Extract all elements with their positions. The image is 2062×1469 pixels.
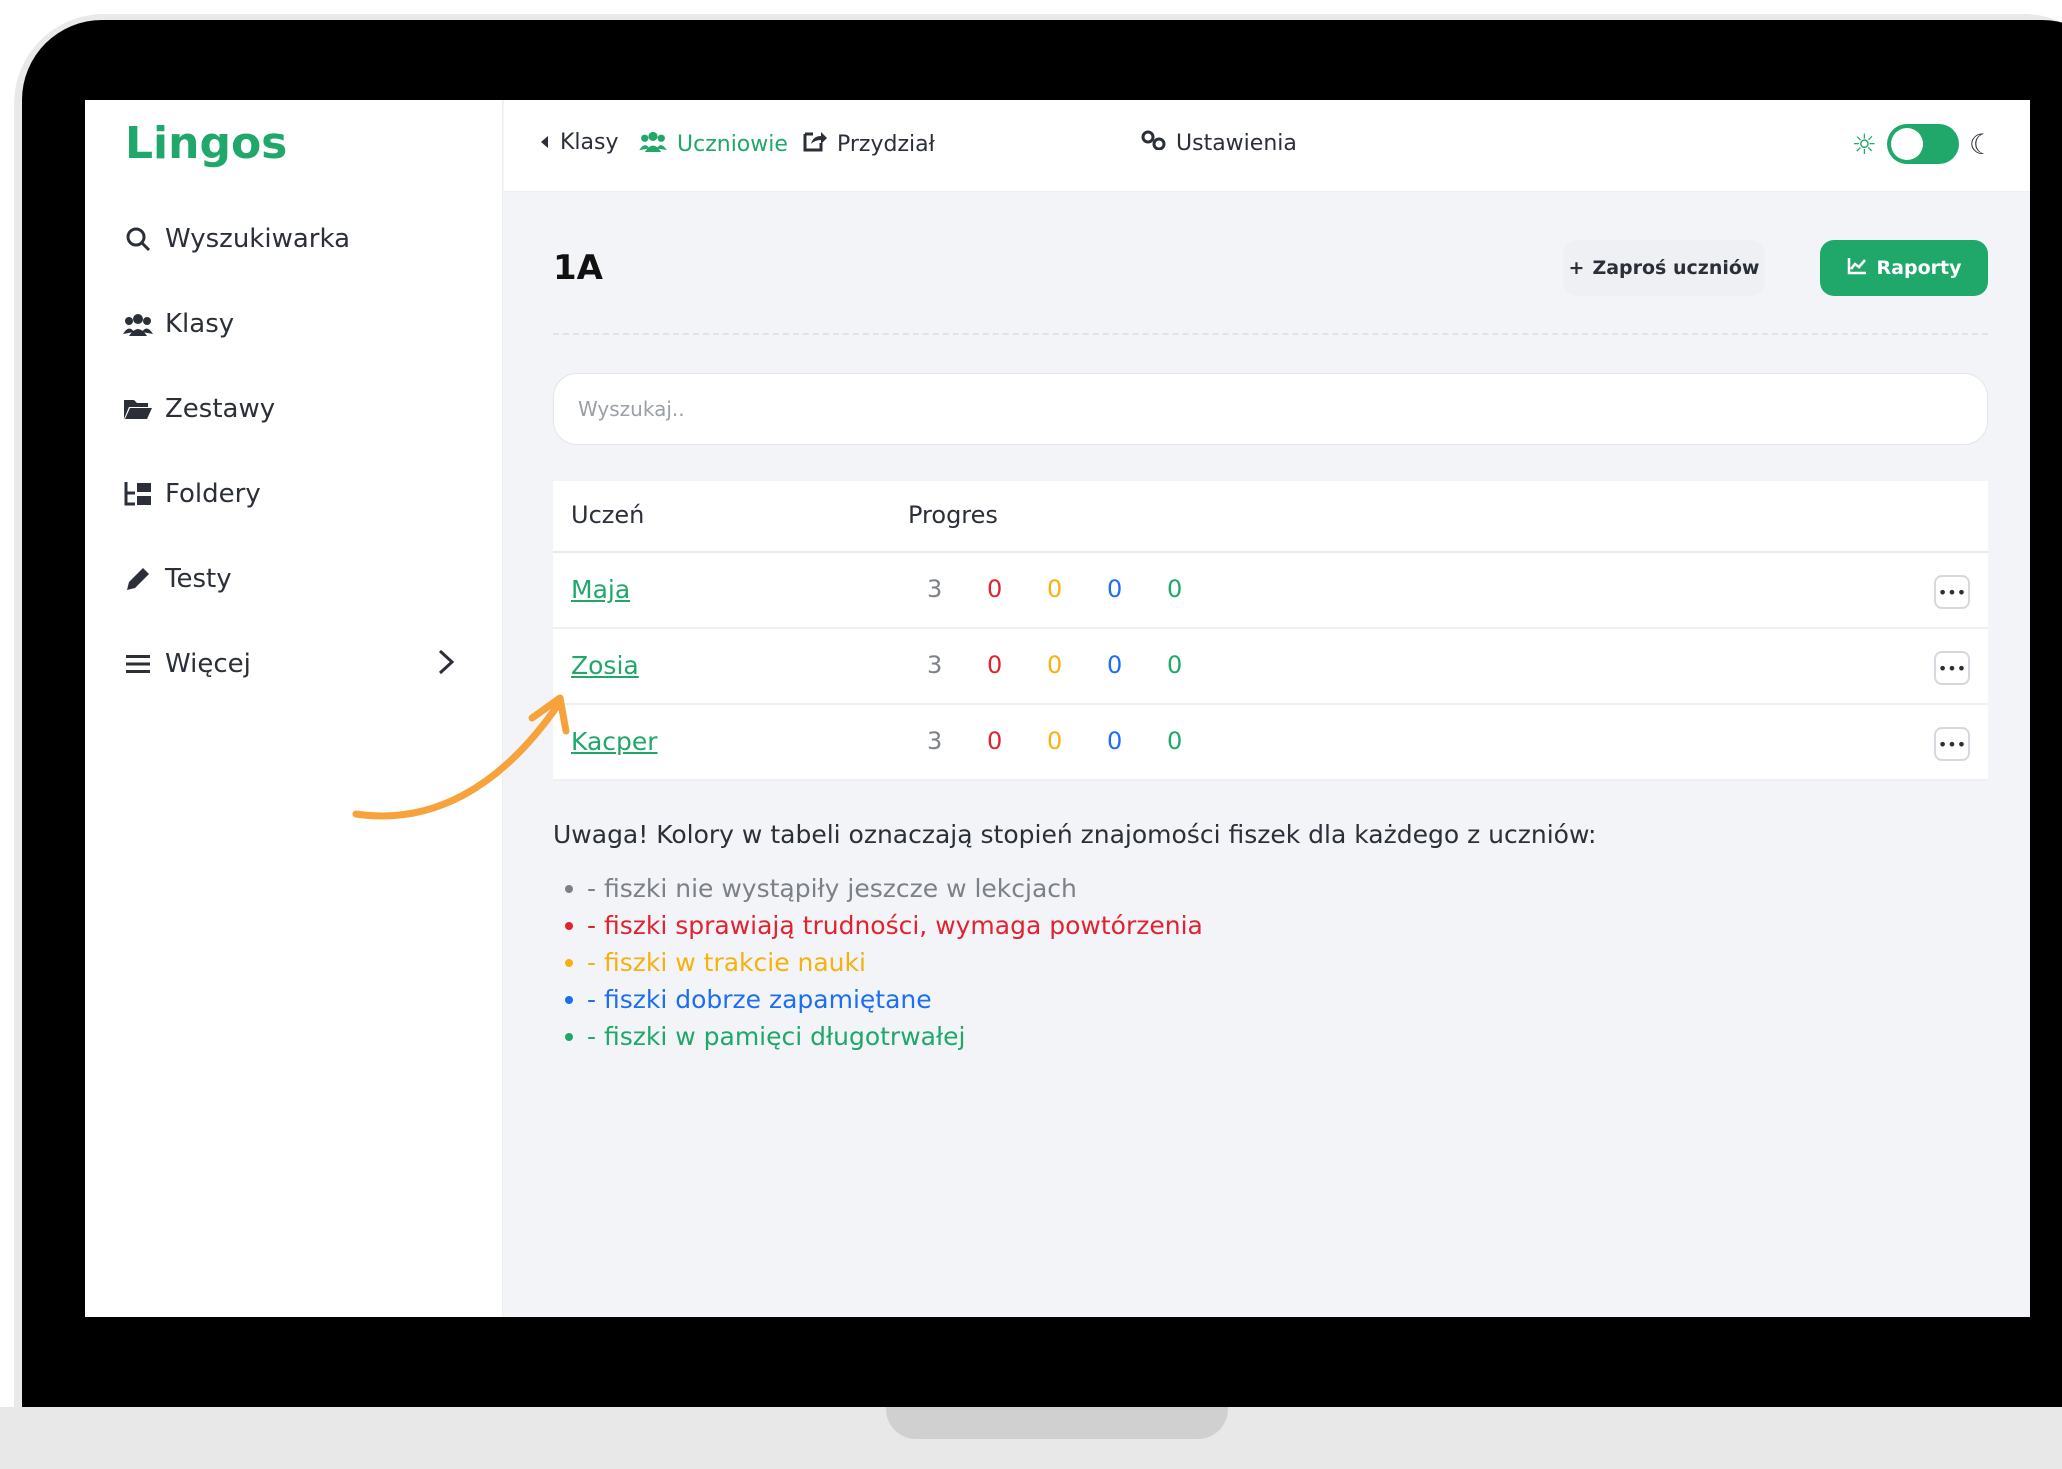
chevron-right-icon[interactable] — [437, 648, 455, 684]
sidebar-item-sets[interactable]: Zestawy — [123, 394, 275, 424]
tab-classes[interactable]: Klasy — [540, 130, 619, 155]
button-label: Zaproś uczniów — [1592, 257, 1760, 279]
progress-learning: 0 — [1047, 651, 1063, 679]
more-options-button[interactable]: ••• — [1934, 727, 1970, 761]
progress-learning: 0 — [1047, 727, 1063, 755]
caret-left-icon — [540, 130, 550, 155]
bullet-icon — [565, 884, 573, 893]
reports-button[interactable]: Raporty — [1820, 240, 1988, 296]
legend-text: - fiszki dobrze zapamiętane — [587, 985, 932, 1014]
legend-text: - fiszki w pamięci długotrwałej — [587, 1022, 966, 1051]
progress-difficult: 0 — [987, 651, 1003, 679]
tab-label: Uczniowie — [677, 131, 788, 157]
table-row: Zosia 3 0 0 0 0 ••• — [553, 629, 1988, 705]
progress-unseen: 3 — [927, 651, 943, 679]
plus-icon: + — [1568, 257, 1585, 279]
progress-long-term: 0 — [1167, 727, 1183, 755]
bullet-icon — [565, 958, 573, 967]
tab-label: Przydział — [837, 131, 935, 157]
table-header: Uczeń Progres — [553, 481, 1988, 553]
student-link[interactable]: Zosia — [571, 651, 639, 680]
tab-assignment[interactable]: Przydział — [803, 130, 935, 158]
sidebar-item-label: Klasy — [165, 309, 235, 339]
progress-remembered: 0 — [1107, 727, 1123, 755]
sidebar-item-label: Foldery — [165, 479, 261, 509]
invite-students-button[interactable]: + Zaproś uczniów — [1563, 240, 1765, 296]
progress-learning: 0 — [1047, 575, 1063, 603]
progress-difficult: 0 — [987, 727, 1003, 755]
students-table: Uczeń Progres Maja 3 0 0 0 0 ••• Zosia 3… — [553, 481, 1988, 781]
student-link[interactable]: Maja — [571, 575, 630, 604]
legend-item: - fiszki sprawiają trudności, wymaga pow… — [565, 907, 1203, 944]
bullet-icon — [565, 1032, 573, 1041]
moon-icon: ☾ — [1968, 127, 1994, 161]
tab-label: Ustawienia — [1176, 130, 1297, 156]
student-link[interactable]: Kacper — [571, 727, 658, 756]
users-icon — [123, 312, 153, 336]
menu-icon — [123, 653, 153, 675]
folder-tree-icon — [123, 481, 153, 507]
legend-text: - fiszki w trakcie nauki — [587, 948, 866, 977]
chart-line-icon — [1847, 257, 1867, 280]
legend-text: - fiszki sprawiają trudności, wymaga pow… — [587, 911, 1203, 940]
app-logo[interactable]: Lingos — [125, 118, 287, 169]
laptop-notch — [886, 1407, 1228, 1439]
users-icon — [639, 130, 667, 158]
table-row: Maja 3 0 0 0 0 ••• — [553, 553, 1988, 629]
column-header: Uczeń — [571, 501, 645, 529]
sidebar-item-folders[interactable]: Foldery — [123, 479, 261, 509]
app-screen: Lingos Wyszukiwarka Klasy Zestawy Folder… — [85, 100, 2030, 1317]
top-navigation: Klasy Uczniowie Przydział Ustawienia ☼ ☾ — [504, 100, 2030, 192]
legend-list: - fiszki nie wystąpiły jeszcze w lekcjac… — [565, 870, 1203, 1055]
sidebar-item-label: Więcej — [165, 649, 251, 679]
theme-toggle[interactable] — [1886, 124, 1959, 164]
sidebar-item-label: Testy — [165, 564, 232, 594]
progress-unseen: 3 — [927, 575, 943, 603]
bullet-icon — [565, 995, 573, 1004]
legend-item: - fiszki nie wystąpiły jeszcze w lekcjac… — [565, 870, 1203, 907]
tab-students[interactable]: Uczniowie — [639, 130, 788, 158]
table-row: Kacper 3 0 0 0 0 ••• — [553, 705, 1988, 781]
legend-text: - fiszki nie wystąpiły jeszcze w lekcjac… — [587, 874, 1077, 903]
page-title: 1A — [553, 248, 603, 288]
sidebar-item-more[interactable]: Więcej — [123, 649, 251, 679]
sidebar-item-label: Zestawy — [165, 394, 276, 424]
pencil-icon — [123, 566, 153, 592]
share-icon — [803, 130, 827, 158]
sun-icon: ☼ — [1851, 127, 1877, 161]
bullet-icon — [565, 921, 573, 930]
tab-label: Klasy — [560, 130, 619, 155]
sidebar-item-tests[interactable]: Testy — [123, 564, 232, 594]
more-options-button[interactable]: ••• — [1934, 651, 1970, 685]
sidebar-item-classes[interactable]: Klasy — [123, 309, 234, 339]
legend-item: - fiszki w trakcie nauki — [565, 944, 1203, 981]
folder-open-icon — [123, 397, 153, 421]
search-input[interactable]: Wyszukaj.. — [553, 373, 1988, 445]
progress-remembered: 0 — [1107, 651, 1123, 679]
theme-switcher: ☼ ☾ — [1852, 124, 1994, 164]
legend-item: - fiszki dobrze zapamiętane — [565, 981, 1203, 1018]
sidebar-item-search[interactable]: Wyszukiwarka — [123, 224, 350, 254]
sidebar: Lingos Wyszukiwarka Klasy Zestawy Folder… — [85, 100, 503, 1317]
legend-note: Uwaga! Kolory w tabeli oznaczają stopień… — [553, 820, 1597, 849]
progress-long-term: 0 — [1167, 575, 1183, 603]
progress-difficult: 0 — [987, 575, 1003, 603]
progress-long-term: 0 — [1167, 651, 1183, 679]
button-label: Raporty — [1876, 257, 1962, 279]
tab-settings[interactable]: Ustawienia — [1140, 130, 1297, 156]
cogs-icon — [1140, 130, 1166, 156]
legend-item: - fiszki w pamięci długotrwałej — [565, 1018, 1203, 1055]
sidebar-item-label: Wyszukiwarka — [165, 224, 351, 254]
progress-unseen: 3 — [927, 727, 943, 755]
divider — [553, 333, 1988, 335]
more-options-button[interactable]: ••• — [1934, 575, 1970, 609]
column-header: Progres — [908, 501, 998, 529]
progress-remembered: 0 — [1107, 575, 1123, 603]
search-icon — [123, 226, 153, 252]
